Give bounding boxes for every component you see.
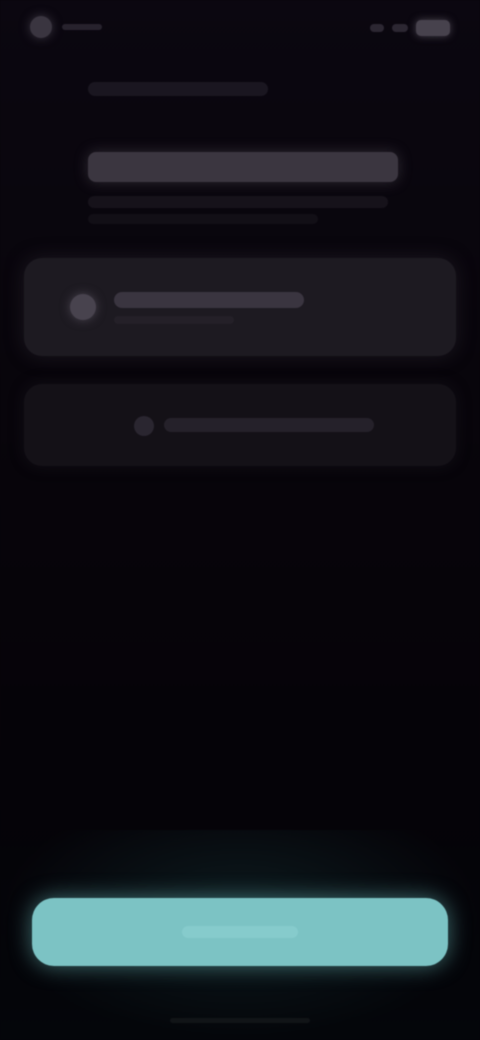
app-screen <box>0 0 480 1040</box>
home-indicator <box>170 1018 310 1023</box>
status-time <box>62 24 102 30</box>
page-title <box>88 152 398 182</box>
signal-icon <box>370 24 384 32</box>
option-secondary-icon <box>134 416 154 436</box>
battery-icon <box>416 20 450 36</box>
status-dot-icon <box>30 16 52 38</box>
status-bar <box>0 0 480 60</box>
option-sublabel <box>114 316 234 324</box>
status-left <box>30 16 102 38</box>
page-description-line2 <box>88 214 318 224</box>
primary-button-label <box>182 926 298 938</box>
page-description <box>88 196 388 208</box>
chevron-left-icon[interactable] <box>30 80 48 98</box>
wifi-icon <box>392 24 408 32</box>
primary-continue-button[interactable] <box>32 898 448 966</box>
option-card-primary[interactable] <box>24 258 456 356</box>
option-label <box>114 292 304 308</box>
option-icon <box>70 294 96 320</box>
option-card-secondary[interactable] <box>24 384 456 466</box>
option-secondary-label <box>164 418 374 432</box>
header-subtitle <box>88 82 268 96</box>
status-right <box>370 20 450 36</box>
